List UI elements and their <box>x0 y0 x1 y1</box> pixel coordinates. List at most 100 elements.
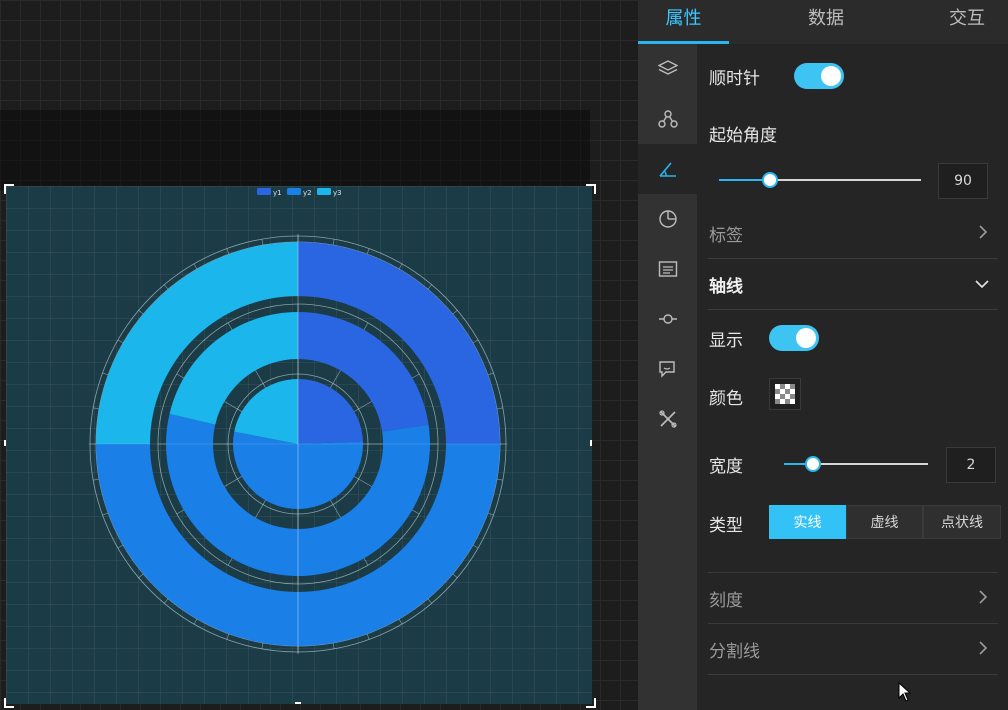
chevron-right-icon[interactable] <box>978 590 988 604</box>
rail-btn-axis[interactable] <box>638 294 697 344</box>
resize-handle-bl[interactable] <box>4 698 14 708</box>
width-label: 宽度 <box>709 457 743 477</box>
legend-label: y3 <box>333 189 342 197</box>
canvas-shade <box>0 110 590 190</box>
chevron-right-icon[interactable] <box>978 225 988 239</box>
rail-btn-nodes[interactable] <box>638 94 697 144</box>
property-panel: 属性 数据 交互 顺时针 起始角度 90 标签 轴线 显示 颜色 宽度 2 类型… <box>638 0 1008 710</box>
polar-tick <box>398 618 403 625</box>
angle-icon <box>658 162 676 177</box>
polar-tick <box>366 633 370 640</box>
pie-icon <box>658 210 677 228</box>
polar-tick <box>138 310 144 315</box>
polar-tick <box>427 284 432 290</box>
axis-icon <box>658 314 677 324</box>
type-option-solid[interactable]: 实线 <box>769 505 846 539</box>
start-angle-input[interactable]: 90 <box>938 163 988 199</box>
divider <box>708 623 998 624</box>
tools-icon <box>658 410 677 428</box>
resize-handle-r[interactable] <box>590 440 592 446</box>
polar-tick <box>193 263 198 270</box>
checkerboard-icon <box>775 384 795 404</box>
type-option-dashed[interactable]: 虚线 <box>846 505 923 539</box>
width-slider-thumb[interactable] <box>805 456 821 472</box>
tab-properties[interactable]: 属性 <box>638 0 729 44</box>
resize-handle-l[interactable] <box>4 440 6 446</box>
ring-inner-segment-y1 <box>298 379 363 444</box>
polar-tick <box>93 407 100 410</box>
labels-section-header[interactable]: 标签 <box>709 221 743 246</box>
polar-tick <box>487 512 494 516</box>
rail-btn-layers[interactable] <box>638 44 697 94</box>
width-input[interactable]: 2 <box>946 447 996 483</box>
polar-tick <box>452 310 458 315</box>
toggle-knob <box>796 328 816 348</box>
icon-rail <box>638 44 697 710</box>
polar-tick <box>117 339 124 344</box>
type-label: 类型 <box>709 516 743 536</box>
show-label: 显示 <box>709 331 743 351</box>
polar-tick <box>193 618 198 625</box>
color-label: 颜色 <box>709 389 743 409</box>
polar-tick <box>226 633 230 640</box>
polar-tick <box>398 263 403 270</box>
clockwise-toggle[interactable] <box>794 63 844 89</box>
axis-section-header[interactable]: 轴线 <box>709 272 743 297</box>
polar-tick <box>332 642 335 649</box>
type-option-dotted[interactable]: 点状线 <box>923 505 1001 539</box>
mouse-cursor-icon <box>898 682 912 702</box>
polar-tick <box>496 407 503 410</box>
resize-handle-br[interactable] <box>586 698 596 708</box>
legend-label: y1 <box>273 189 282 197</box>
chart-widget[interactable]: y1 y2 y3 <box>6 186 592 704</box>
polar-tick <box>487 372 494 376</box>
color-swatch[interactable] <box>769 378 801 410</box>
tooltip-icon <box>658 361 675 378</box>
resize-handle-tl[interactable] <box>4 184 14 194</box>
rail-btn-angle[interactable] <box>638 144 697 194</box>
polar-tick <box>366 248 370 255</box>
polar-tick <box>261 239 264 246</box>
resize-handle-b[interactable] <box>295 702 301 704</box>
polar-tick <box>117 544 124 549</box>
tab-interaction[interactable]: 交互 <box>922 0 1008 44</box>
nodes-icon <box>657 110 678 128</box>
split-line-section-header[interactable]: 分割线 <box>709 637 760 662</box>
polar-chart: y1 y2 y3 <box>88 188 508 654</box>
rail-btn-tools[interactable] <box>638 394 697 444</box>
legend-label: y2 <box>303 189 312 197</box>
polar-tick <box>472 544 479 549</box>
ticks-section-header[interactable]: 刻度 <box>709 586 743 611</box>
resize-handle-tr[interactable] <box>586 184 596 194</box>
chevron-down-icon[interactable] <box>975 279 989 289</box>
start-angle-slider-thumb[interactable] <box>762 172 778 188</box>
toggle-knob <box>821 66 841 86</box>
polar-tick <box>332 239 335 246</box>
rail-btn-pie[interactable] <box>638 194 697 244</box>
polar-tick <box>496 478 503 481</box>
canvas-area[interactable]: y1 y2 y3 <box>0 0 638 710</box>
polar-tick <box>93 478 100 481</box>
polar-tick <box>427 598 432 604</box>
polar-tick <box>226 248 230 255</box>
polar-tick <box>472 339 479 344</box>
polar-tick <box>261 642 264 649</box>
polar-tick <box>164 284 169 290</box>
polar-tick <box>164 598 169 604</box>
divider <box>708 674 998 675</box>
chevron-right-icon[interactable] <box>978 641 988 655</box>
divider <box>708 309 998 310</box>
legend-swatch <box>257 188 271 195</box>
polar-tick <box>102 512 109 516</box>
legend-swatch <box>317 188 331 195</box>
clockwise-label: 顺时针 <box>709 69 760 89</box>
polar-tick <box>102 372 109 376</box>
divider <box>708 572 998 573</box>
show-toggle[interactable] <box>769 325 819 351</box>
rail-btn-tooltip[interactable] <box>638 344 697 394</box>
list-icon <box>658 261 677 277</box>
rail-btn-list[interactable] <box>638 244 697 294</box>
start-angle-label: 起始角度 <box>709 126 777 146</box>
tab-data[interactable]: 数据 <box>781 0 871 44</box>
divider <box>708 258 998 259</box>
